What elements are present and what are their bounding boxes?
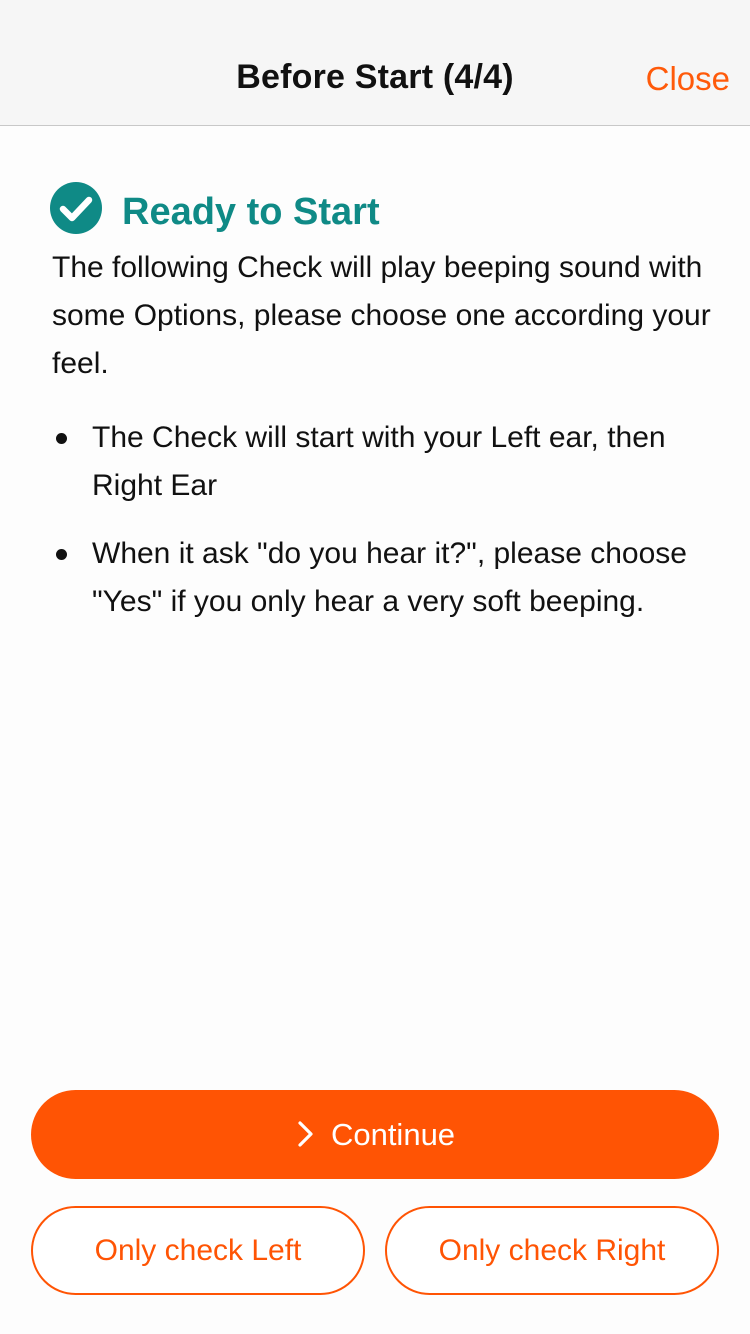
chevron-right-icon <box>298 1120 313 1147</box>
only-check-right-label: Only check Right <box>438 1233 666 1267</box>
page-title: Before Start (4/4) <box>236 58 514 96</box>
continue-button[interactable]: Continue <box>31 1090 719 1179</box>
list-item: The Check will start with your Left ear,… <box>52 414 712 510</box>
instruction-list: The Check will start with your Left ear,… <box>52 414 712 626</box>
bullet-icon <box>56 433 67 444</box>
close-button[interactable]: Close <box>646 60 730 98</box>
intro-text: The following Check will play beeping so… <box>52 251 711 380</box>
list-item-text: The Check will start with your Left ear,… <box>92 421 666 502</box>
navigation-bar: Before Start (4/4) Close <box>0 0 750 126</box>
bullet-icon <box>56 549 67 560</box>
content-area: Ready to Start The following Check will … <box>50 180 712 646</box>
section-heading: Ready to Start <box>122 190 380 233</box>
check-circle-icon <box>50 182 102 234</box>
only-check-right-button[interactable]: Only check Right <box>385 1206 719 1295</box>
list-item-text: When it ask "do you hear it?", please ch… <box>92 537 687 618</box>
list-item: When it ask "do you hear it?", please ch… <box>52 530 712 626</box>
heading-row: Ready to Start <box>50 180 712 236</box>
continue-button-label: Continue <box>330 1116 456 1152</box>
only-check-left-button[interactable]: Only check Left <box>31 1206 365 1295</box>
screen: Before Start (4/4) Close Ready to Start … <box>0 0 750 1334</box>
only-check-left-label: Only check Left <box>94 1233 302 1267</box>
